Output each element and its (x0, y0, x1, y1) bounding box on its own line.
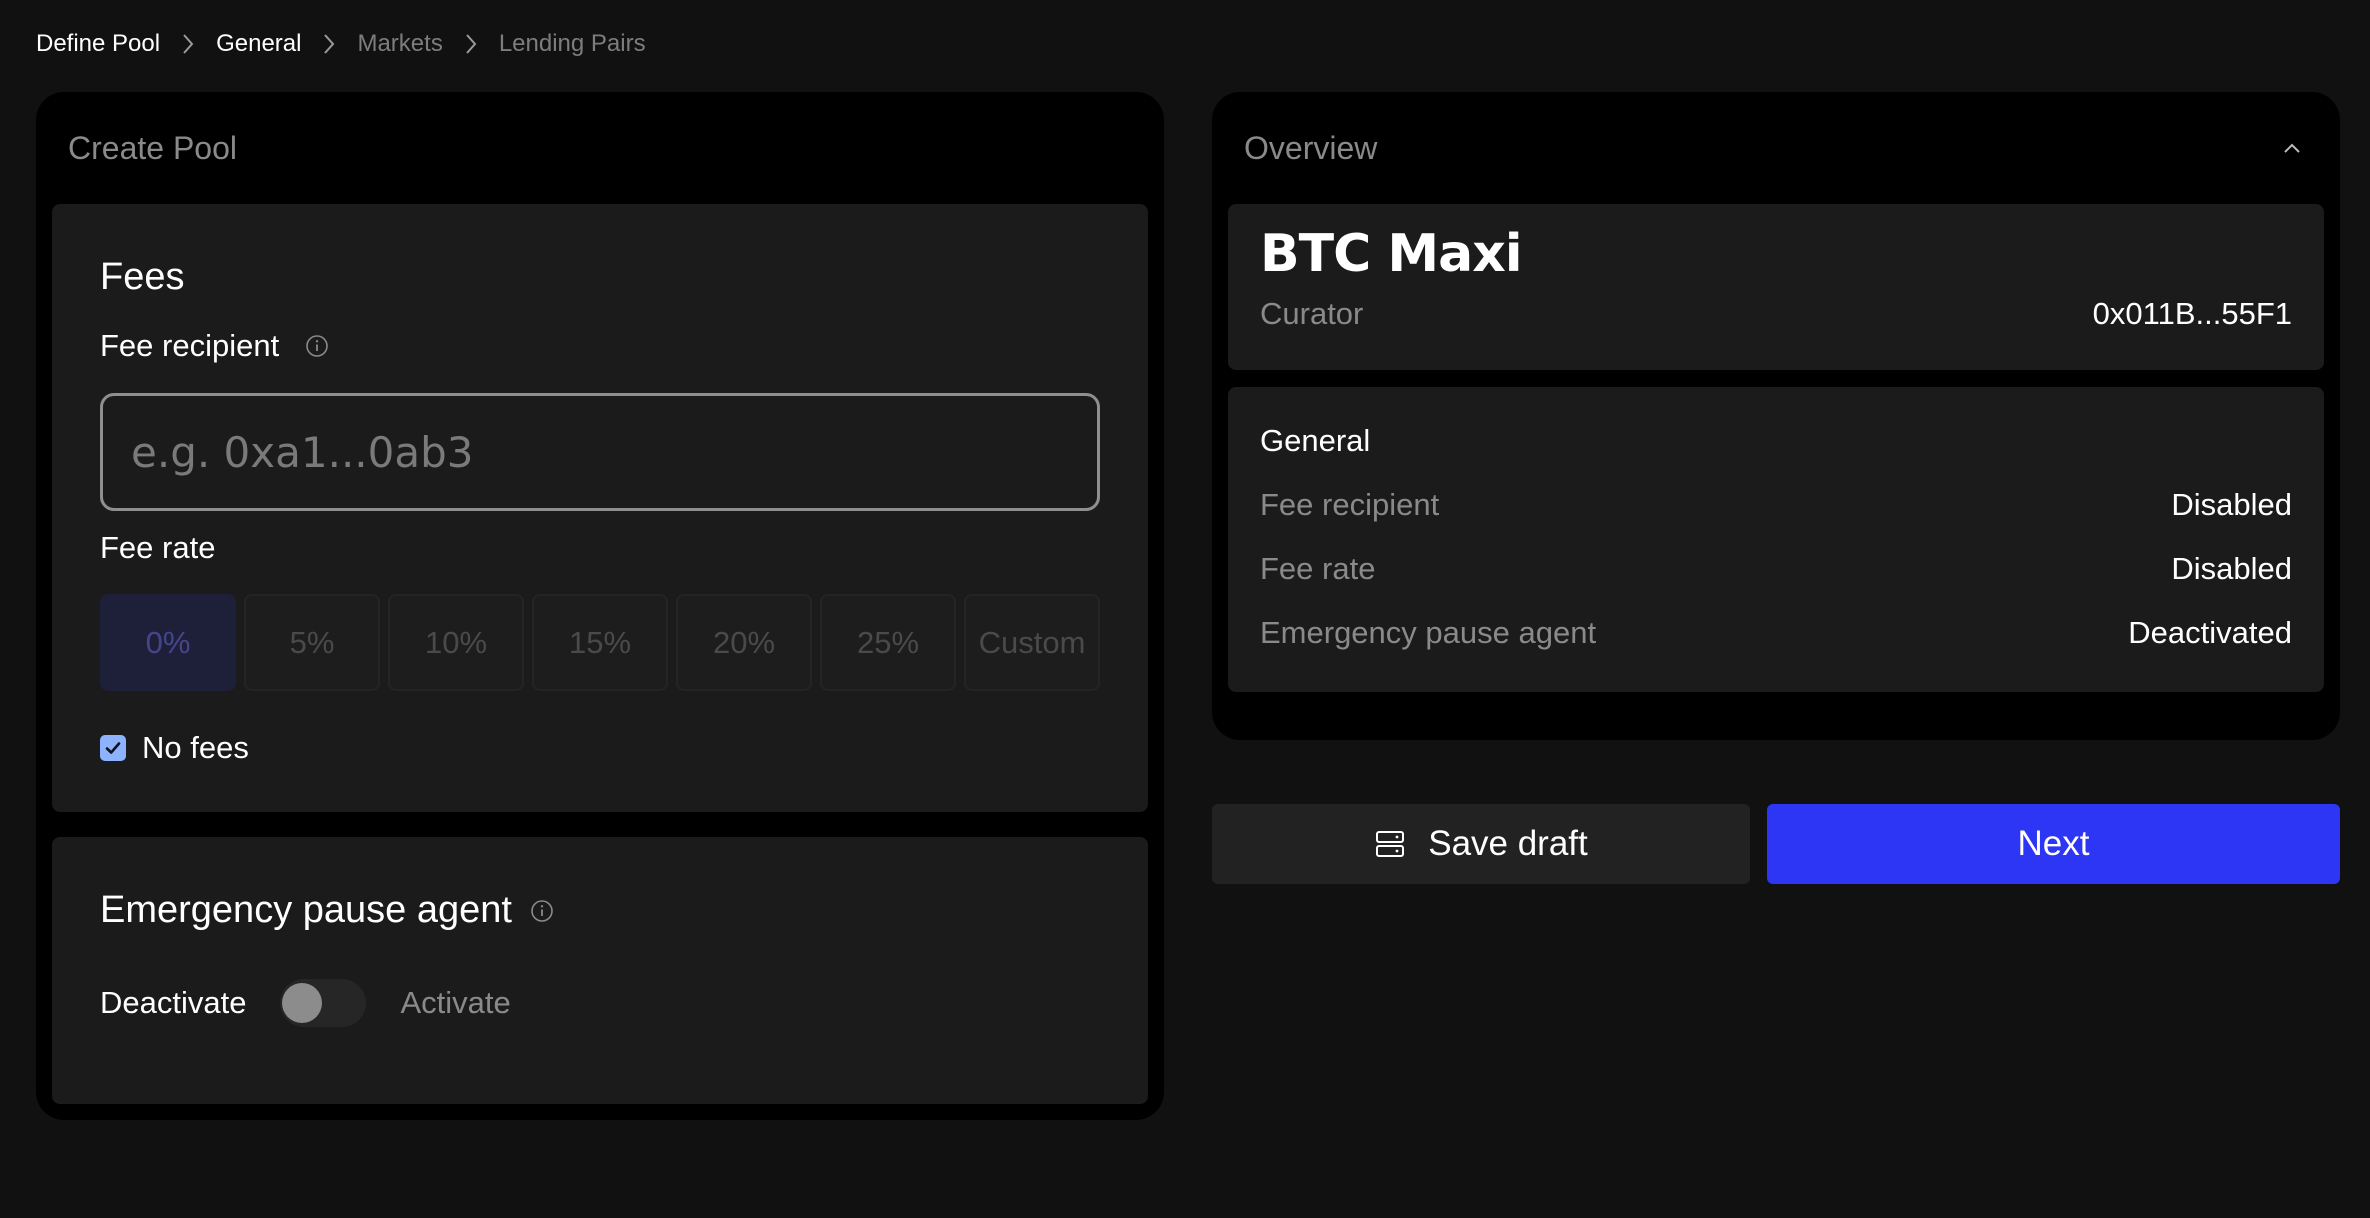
fee-rate-option-25[interactable]: 25% (820, 594, 956, 691)
summary-fee-recipient-label: Fee recipient (1260, 487, 1440, 522)
emergency-heading-text: Emergency pause agent (100, 889, 512, 931)
summary-fee-rate-label: Fee rate (1260, 551, 1376, 586)
curator-value: 0x011B...55F1 (2092, 296, 2292, 331)
fees-card: Fees Fee recipient Fee rate 0% 5% 10% 15… (52, 204, 1148, 812)
info-icon[interactable] (530, 899, 554, 923)
no-fees-label: No fees (142, 730, 249, 765)
info-icon[interactable] (305, 334, 329, 358)
chevron-right-icon (443, 26, 499, 62)
pool-summary-card: BTC Maxi Curator 0x011B...55F1 (1228, 204, 2324, 370)
fee-rate-option-20[interactable]: 20% (676, 594, 812, 691)
summary-fee-rate-value: Disabled (2171, 551, 2292, 586)
emergency-pause-card: Emergency pause agent Deactivate Activat… (52, 837, 1148, 1104)
overview-panel: Overview BTC Maxi Curator 0x011B...55F1 … (1212, 92, 2340, 740)
pool-name: BTC Maxi (1260, 224, 1523, 284)
summary-emergency-label: Emergency pause agent (1260, 615, 1597, 650)
general-summary-card: General Fee recipient Disabled Fee rate … (1228, 387, 2324, 692)
breadcrumb-define-pool[interactable]: Define Pool (36, 30, 160, 58)
fee-rate-option-5[interactable]: 5% (244, 594, 380, 691)
fee-rate-option-10[interactable]: 10% (388, 594, 524, 691)
create-pool-panel: Create Pool Fees Fee recipient Fee rate … (36, 92, 1164, 1120)
next-button[interactable]: Next (1767, 804, 2340, 884)
emergency-heading: Emergency pause agent (100, 889, 554, 932)
fees-heading: Fees (100, 256, 185, 298)
activate-label: Activate (400, 985, 511, 1020)
overview-title: Overview (1244, 130, 1378, 166)
fee-recipient-label-text: Fee recipient (100, 328, 280, 363)
fee-rate-options: 0% 5% 10% 15% 20% 25% Custom (100, 594, 1100, 691)
summary-emergency-value: Deactivated (2128, 615, 2292, 650)
no-fees-checkbox[interactable] (100, 735, 126, 761)
fee-recipient-input[interactable] (100, 393, 1100, 511)
toggle-knob (282, 983, 323, 1023)
summary-fee-recipient-value: Disabled (2171, 487, 2292, 522)
save-draft-button[interactable]: Save draft (1212, 804, 1750, 884)
fee-rate-option-15[interactable]: 15% (532, 594, 668, 691)
chevron-right-icon (301, 26, 357, 62)
emergency-pause-toggle[interactable] (280, 979, 367, 1027)
emergency-toggle-row: Deactivate Activate (100, 978, 511, 1028)
general-title: General (1260, 423, 1371, 458)
curator-label: Curator (1260, 296, 1364, 331)
fee-rate-option-0[interactable]: 0% (100, 594, 236, 691)
chevron-up-icon[interactable] (2280, 136, 2304, 160)
chevron-right-icon (160, 26, 216, 62)
panel-title: Create Pool (68, 130, 237, 166)
server-icon (1376, 831, 1405, 857)
breadcrumb-general[interactable]: General (216, 30, 301, 58)
breadcrumb-markets[interactable]: Markets (357, 30, 442, 58)
deactivate-label: Deactivate (100, 985, 247, 1020)
save-draft-label: Save draft (1428, 824, 1588, 863)
next-label: Next (2017, 824, 2090, 863)
fee-recipient-label: Fee recipient (100, 328, 329, 364)
breadcrumb-lending-pairs[interactable]: Lending Pairs (499, 30, 646, 58)
breadcrumb: Define Pool General Markets Lending Pair… (36, 26, 646, 62)
fee-rate-label: Fee rate (100, 530, 216, 565)
no-fees-checkbox-row[interactable]: No fees (100, 730, 249, 766)
fee-rate-option-custom[interactable]: Custom (964, 594, 1100, 691)
